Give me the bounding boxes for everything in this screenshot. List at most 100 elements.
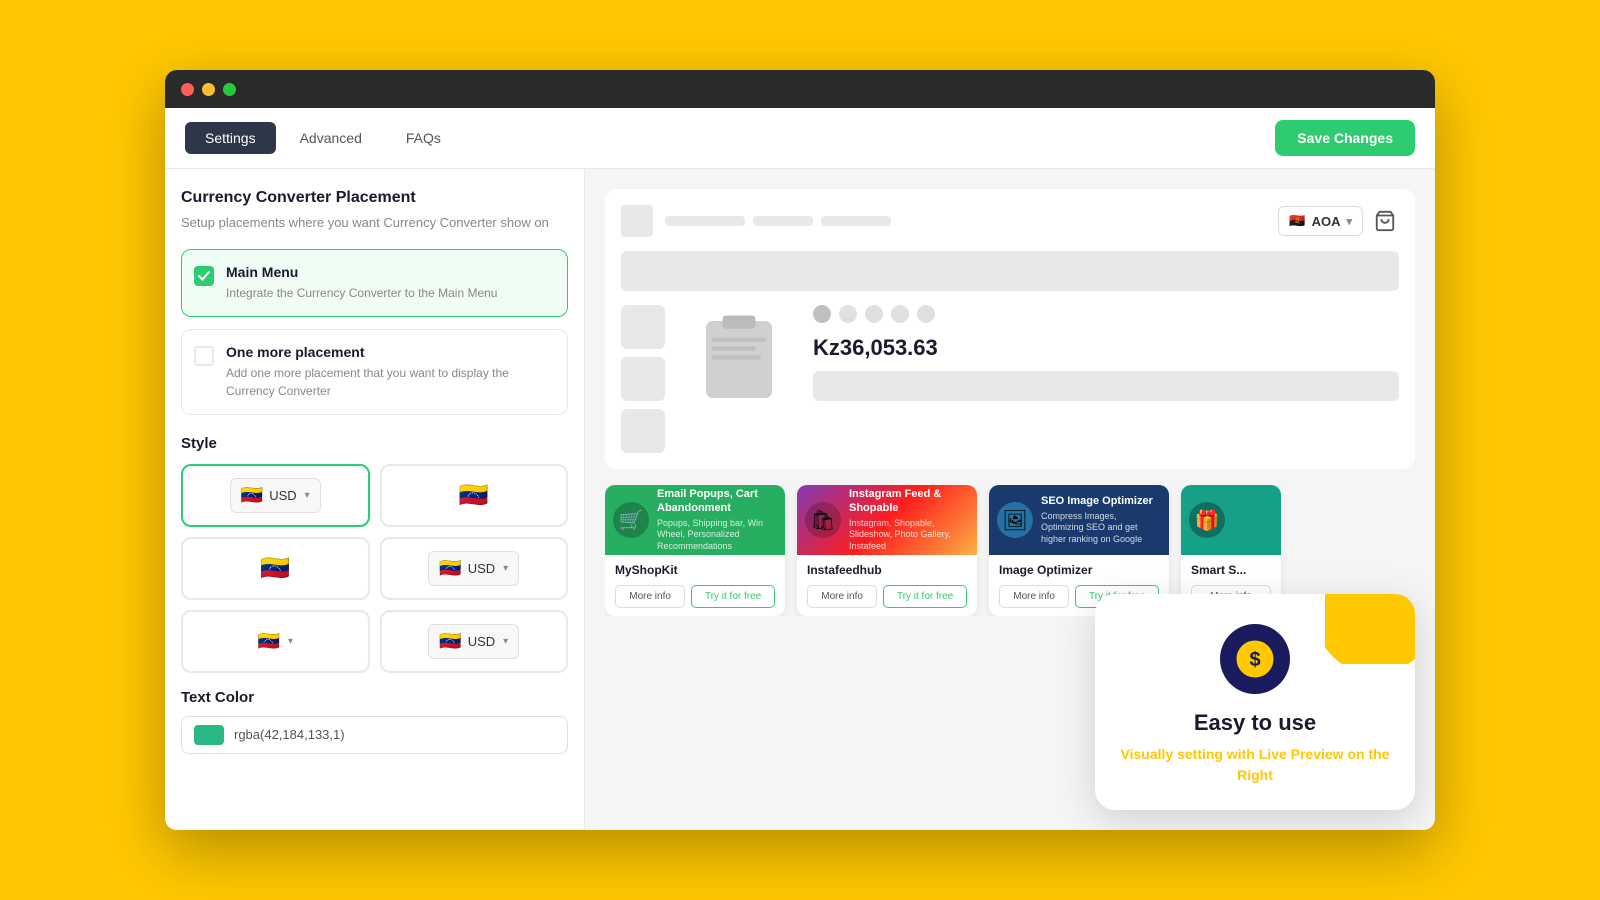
dot-4	[891, 305, 909, 323]
store-banner	[621, 251, 1399, 291]
chevron-icon-5: ▾	[288, 636, 293, 647]
flag-icon-4: 🇻🇪	[439, 558, 461, 579]
style-flag-pill-6: 🇻🇪 USD ▾	[428, 624, 519, 659]
dot-3	[865, 305, 883, 323]
app-info-instafeedhub[interactable]: More info	[807, 585, 877, 608]
tab-settings[interactable]: Settings	[185, 122, 276, 154]
app-actions-myshopkit: More info Try it for free	[615, 585, 775, 608]
product-details: Kz36,053.63	[813, 305, 1399, 401]
app-name-smart: Smart S...	[1191, 563, 1271, 577]
app-text-myshopkit: Email Popups, Cart Abandonment Popups, S…	[657, 487, 777, 553]
style-option-3[interactable]: 🇻🇪	[181, 537, 370, 600]
flag-icon-3: 🇻🇪	[260, 554, 290, 583]
flag-icon-2: 🇻🇪	[459, 481, 489, 510]
thumb-2	[621, 357, 665, 401]
app-icon-instafeedhub: 🛍	[805, 502, 841, 538]
svg-text:$: $	[1249, 649, 1260, 671]
dot-2	[839, 305, 857, 323]
style-option-5[interactable]: 🇻🇪 ▾	[181, 610, 370, 673]
style-flag-pill-4: 🇻🇪 USD ▾	[428, 551, 519, 586]
product-color-dots	[813, 305, 1399, 323]
save-changes-button[interactable]: Save Changes	[1275, 120, 1415, 156]
product-btn-placeholder	[813, 371, 1399, 401]
color-swatch	[194, 725, 224, 745]
chevron-icon-4: ▾	[503, 563, 508, 574]
flag-icon-6: 🇻🇪	[439, 631, 461, 652]
currency-code-1: USD	[269, 488, 296, 503]
main-menu-checkbox[interactable]	[194, 266, 214, 286]
top-nav: Settings Advanced FAQs Save Changes	[165, 108, 1435, 169]
wave-decoration	[1325, 594, 1415, 664]
promo-icon: $	[1220, 624, 1290, 694]
app-sub-image-optimizer: Compress Images, Optimizing SEO and get …	[1041, 511, 1161, 546]
app-banner-instafeedhub: 🛍 Instagram Feed & Shopable Instagram, S…	[797, 485, 977, 555]
app-name-image-optimizer: Image Optimizer	[999, 563, 1159, 577]
store-header: 🇦🇴 AOA ▾	[621, 205, 1399, 237]
style-option-4[interactable]: 🇻🇪 USD ▾	[380, 537, 569, 600]
promo-title: Easy to use	[1119, 710, 1391, 736]
app-name-instafeedhub: Instafeedhub	[807, 563, 967, 577]
app-icon-image-optimizer: 🖼	[997, 502, 1033, 538]
app-text-instafeedhub: Instagram Feed & Shopable Instagram, Sho…	[849, 487, 969, 553]
placement-section-title: Currency Converter Placement	[181, 189, 568, 207]
style-grid: 🇻🇪 USD ▾ 🇻🇪 🇻🇪 🇻🇪	[181, 464, 568, 673]
style-option-6[interactable]: 🇻🇪 USD ▾	[380, 610, 569, 673]
product-section: Kz36,053.63	[621, 305, 1399, 453]
app-try-myshopkit[interactable]: Try it for free	[691, 585, 775, 608]
currency-badge: 🇦🇴 AOA ▾	[1278, 206, 1363, 236]
product-thumbnails	[621, 305, 665, 453]
minimize-dot[interactable]	[202, 83, 215, 96]
app-info-myshopkit[interactable]: More info	[615, 585, 685, 608]
preview-currency: AOA	[1312, 214, 1341, 229]
maximize-dot[interactable]	[223, 83, 236, 96]
app-sub-myshopkit: Popups, Shipping bar, Win Wheel, Persona…	[657, 518, 777, 553]
app-title-image-optimizer: SEO Image Optimizer	[1041, 494, 1161, 508]
preview-flag: 🇦🇴	[1289, 213, 1305, 229]
cart-icon	[1371, 207, 1399, 235]
app-card-myshopkit: 🛒 Email Popups, Cart Abandonment Popups,…	[605, 485, 785, 616]
store-logo	[621, 205, 653, 237]
dot-5	[917, 305, 935, 323]
app-body-instafeedhub: Instafeedhub More info Try it for free	[797, 555, 977, 616]
promo-card: $ Easy to use Visually setting with Live…	[1095, 594, 1415, 810]
title-bar	[165, 70, 1435, 108]
nav-line-1	[665, 216, 745, 226]
tab-faqs[interactable]: FAQs	[386, 122, 461, 154]
style-option-2[interactable]: 🇻🇪	[380, 464, 569, 527]
app-try-instafeedhub[interactable]: Try it for free	[883, 585, 967, 608]
app-banner-myshopkit: 🛒 Email Popups, Cart Abandonment Popups,…	[605, 485, 785, 555]
currency-code-6: USD	[468, 634, 495, 649]
nav-tabs: Settings Advanced FAQs	[185, 122, 461, 154]
app-title-myshopkit: Email Popups, Cart Abandonment	[657, 487, 777, 516]
app-icon-myshopkit: 🛒	[613, 502, 649, 538]
chevron-icon-1: ▾	[305, 490, 310, 501]
tab-advanced[interactable]: Advanced	[280, 122, 382, 154]
app-title-instafeedhub: Instagram Feed & Shopable	[849, 487, 969, 516]
app-icon-smart: 🎁	[1189, 502, 1225, 538]
nav-line-2	[753, 216, 813, 226]
placement-main-menu[interactable]: Main Menu Integrate the Currency Convert…	[181, 249, 568, 317]
app-info-image-optimizer[interactable]: More info	[999, 585, 1069, 608]
flag-icon-1: 🇻🇪	[241, 485, 263, 506]
style-flag-pill-1: 🇻🇪 USD ▾	[230, 478, 321, 513]
placement-section-subtitle: Setup placements where you want Currency…	[181, 213, 568, 233]
nav-line-3	[821, 216, 891, 226]
style-flag-pill-5: 🇻🇪 ▾	[248, 625, 303, 658]
app-body-myshopkit: MyShopKit More info Try it for free	[605, 555, 785, 616]
sidebar: Currency Converter Placement Setup place…	[165, 169, 585, 830]
color-input-row[interactable]: rgba(42,184,133,1)	[181, 716, 568, 754]
store-preview: 🇦🇴 AOA ▾	[605, 189, 1415, 469]
app-banner-image-optimizer: 🖼 SEO Image Optimizer Compress Images, O…	[989, 485, 1169, 555]
app-text-image-optimizer: SEO Image Optimizer Compress Images, Opt…	[1041, 494, 1161, 545]
style-label: Style	[181, 435, 568, 452]
placement-one-more[interactable]: One more placement Add one more placemen…	[181, 329, 568, 415]
one-more-desc: Add one more placement that you want to …	[226, 364, 553, 400]
thumb-1	[621, 305, 665, 349]
one-more-checkbox[interactable]	[194, 346, 214, 366]
chevron-icon-6: ▾	[503, 636, 508, 647]
close-dot[interactable]	[181, 83, 194, 96]
currency-code-4: USD	[468, 561, 495, 576]
one-more-title: One more placement	[226, 344, 553, 360]
style-option-1[interactable]: 🇻🇪 USD ▾	[181, 464, 370, 527]
promo-subtitle: Visually setting with Live Preview on th…	[1119, 744, 1391, 786]
